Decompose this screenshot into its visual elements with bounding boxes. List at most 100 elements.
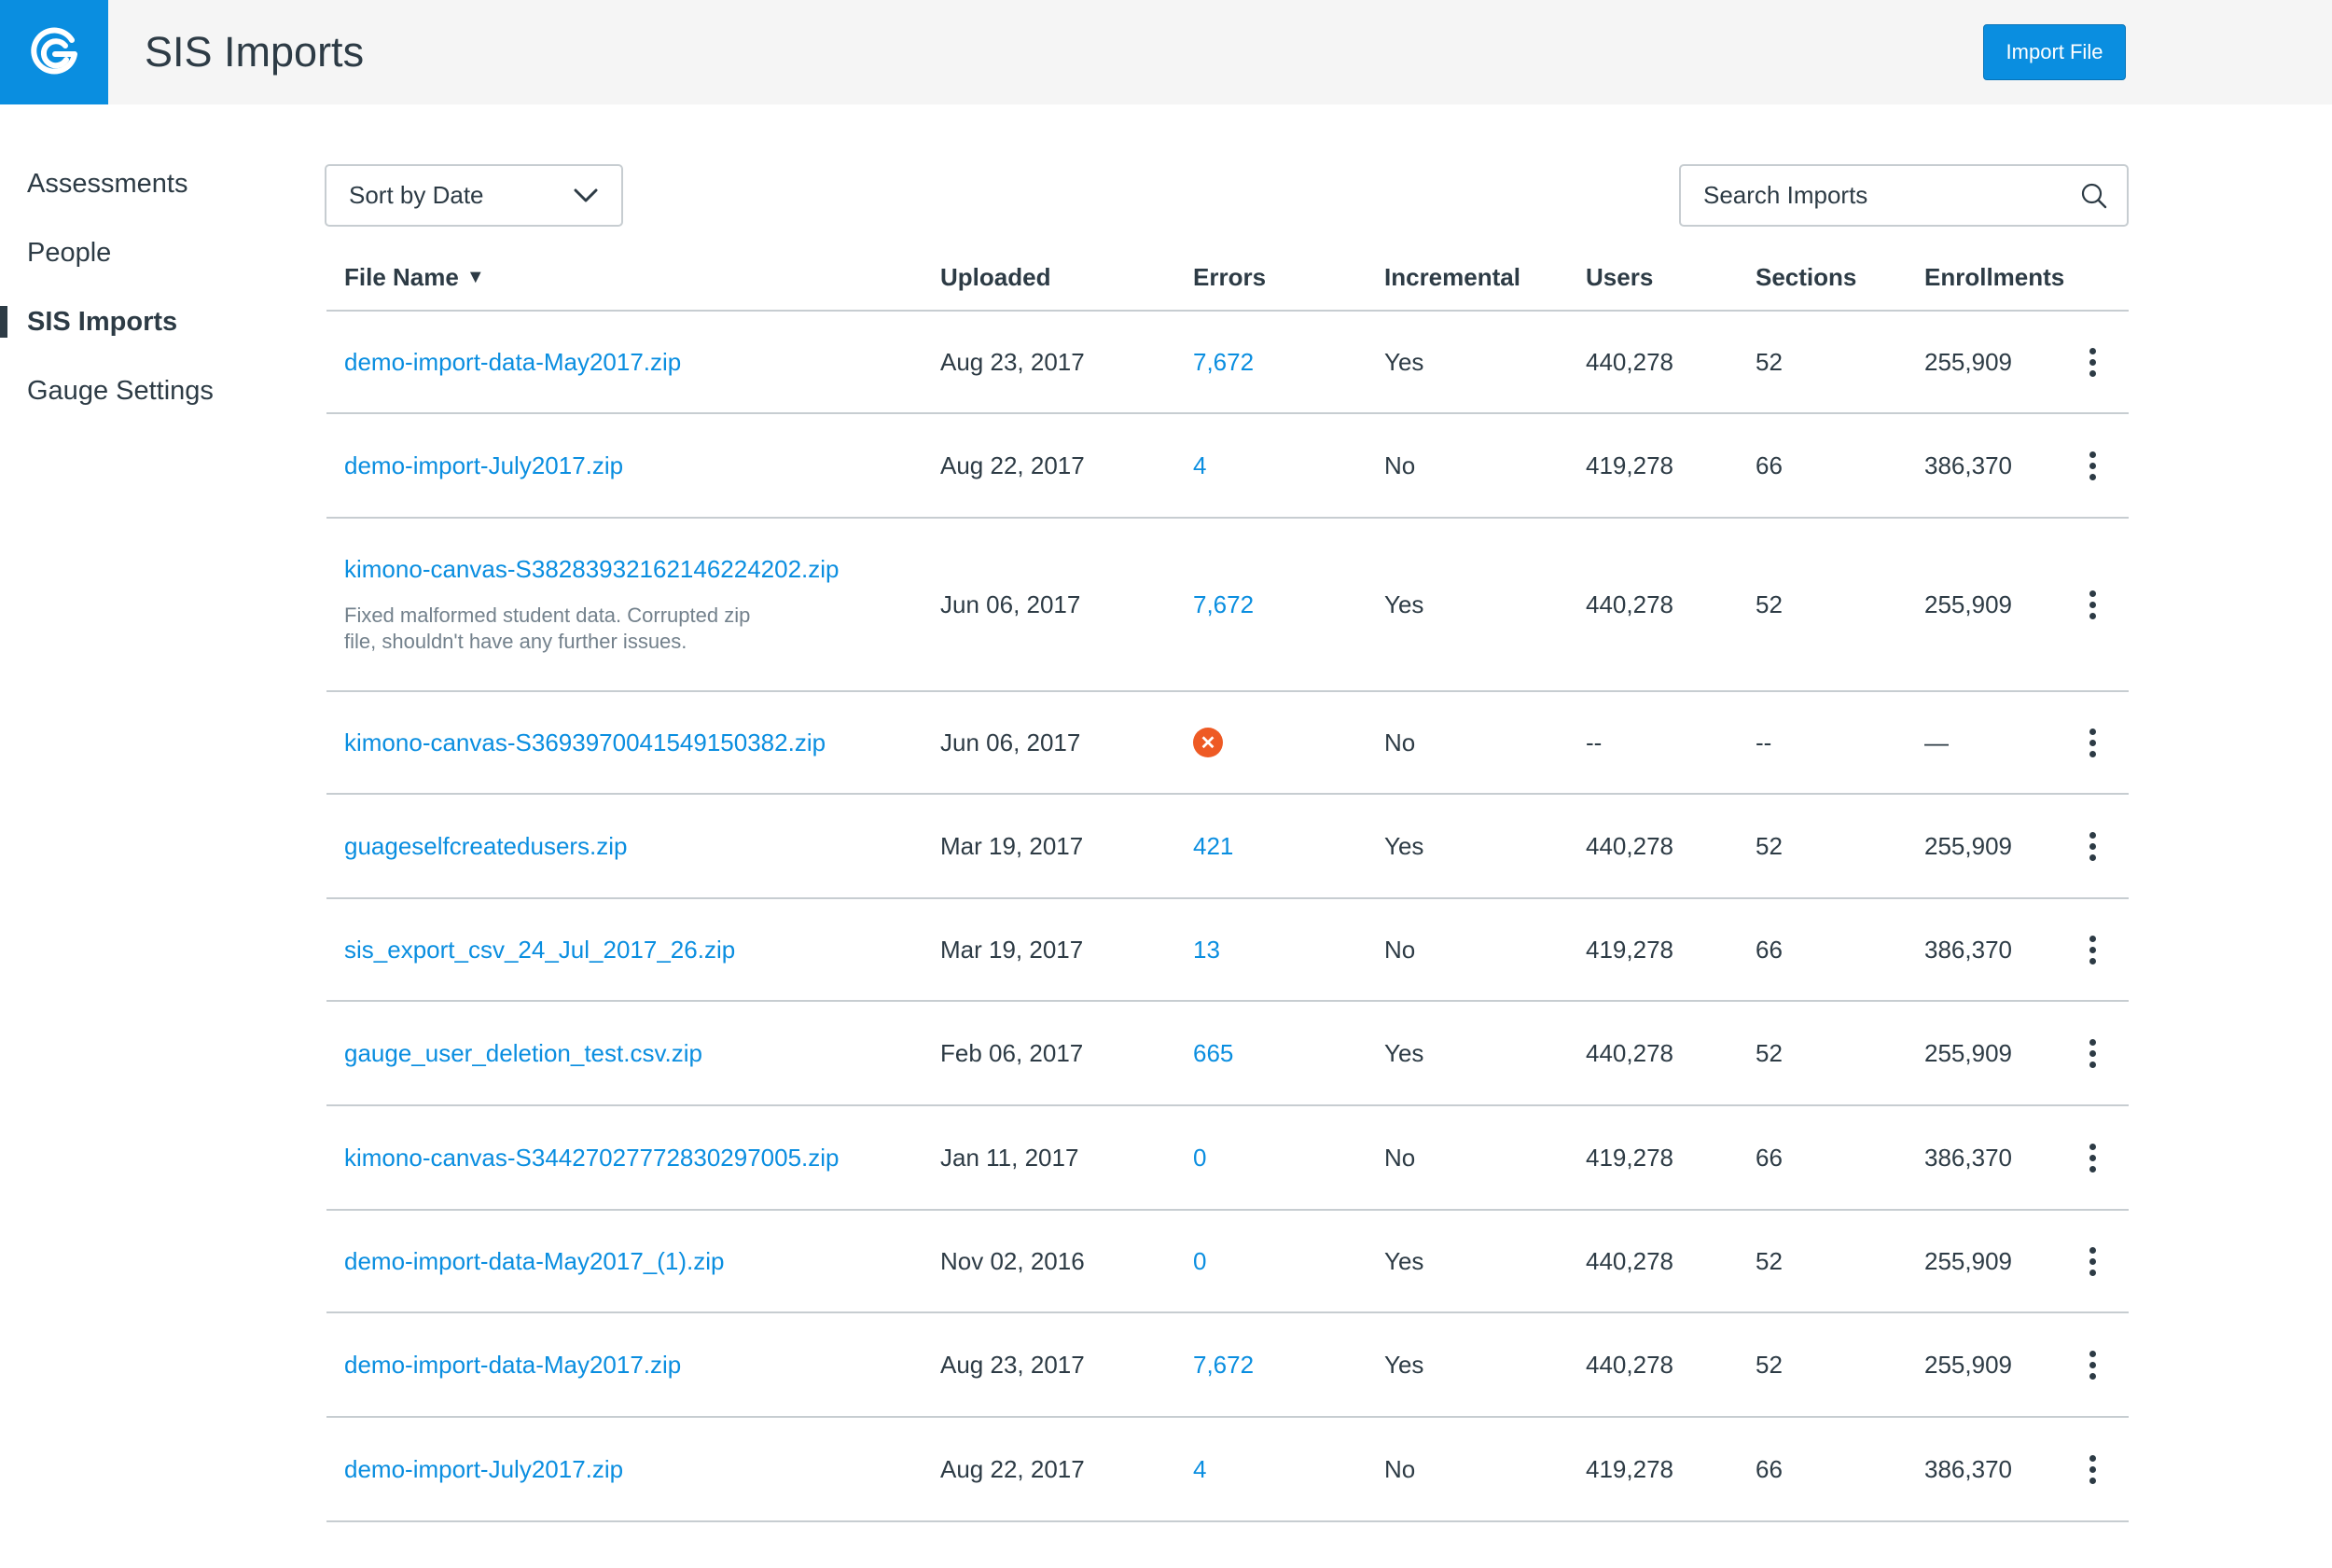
file-name-link[interactable]: demo-import-July2017.zip <box>344 1455 623 1484</box>
file-name-link[interactable]: kimono-canvas-S38283932162146224202.zip <box>344 555 840 584</box>
cell-enrollments: 255,909 <box>1924 1350 2012 1379</box>
cell-uploaded: Jun 06, 2017 <box>940 728 1081 756</box>
cell-uploaded: Aug 23, 2017 <box>940 347 1085 376</box>
cell-enrollments: 255,909 <box>1924 347 2012 376</box>
cell-sections: 52 <box>1756 831 1783 860</box>
file-name-link[interactable]: demo-import-data-May2017.zip <box>344 1351 681 1380</box>
errors-count-link[interactable]: 0 <box>1193 1247 1206 1276</box>
sidebar-item-assessments[interactable]: Assessments <box>0 149 280 218</box>
row-actions-kebab-icon[interactable] <box>2079 312 2105 412</box>
cell-errors: 0 <box>1193 1211 1206 1311</box>
column-header-users[interactable]: Users <box>1586 244 1653 310</box>
cell-users: 440,278 <box>1586 347 1673 376</box>
cell-users: 440,278 <box>1586 1350 1673 1379</box>
cell-sections: 66 <box>1756 1454 1783 1483</box>
cell-users: 419,278 <box>1586 1143 1673 1172</box>
cell-enrollments: 386,370 <box>1924 451 2012 479</box>
cell-sections: 66 <box>1756 935 1783 964</box>
column-header-file-name[interactable]: File Name ▼ <box>344 244 485 310</box>
cell-errors: 4 <box>1193 414 1206 517</box>
file-note: Fixed malformed student data. Corrupted … <box>344 603 751 653</box>
row-actions-kebab-icon[interactable] <box>2079 1211 2105 1311</box>
table-row: sis_export_csv_24_Jul_2017_26.zip 13 Mar 1… <box>326 899 2129 1002</box>
errors-count-link[interactable]: 7,672 <box>1193 348 1254 377</box>
sidebar-nav: Assessments People SIS Imports Gauge Set… <box>0 149 280 425</box>
row-actions-kebab-icon[interactable] <box>2079 899 2105 1000</box>
row-actions-kebab-icon[interactable] <box>2079 692 2105 793</box>
errors-count-link[interactable]: 7,672 <box>1193 590 1254 619</box>
cell-uploaded: Jun 06, 2017 <box>940 590 1081 618</box>
row-actions-kebab-icon[interactable] <box>2079 795 2105 897</box>
cell-uploaded: Mar 19, 2017 <box>940 831 1084 860</box>
cell-incremental: No <box>1384 1454 1416 1483</box>
file-name-link[interactable]: demo-import-data-May2017_(1).zip <box>344 1247 725 1276</box>
file-name-link[interactable]: demo-import-July2017.zip <box>344 451 623 480</box>
error-x-icon[interactable]: ✕ <box>1193 728 1223 757</box>
file-name-link[interactable]: gauge_user_deletion_test.csv.zip <box>344 1039 702 1068</box>
cell-errors: 7,672 <box>1193 1313 1254 1416</box>
row-actions-kebab-icon[interactable] <box>2079 519 2105 690</box>
cell-incremental: Yes <box>1384 1350 1424 1379</box>
search-input[interactable] <box>1681 166 2073 225</box>
cell-users: 440,278 <box>1586 590 1673 618</box>
table-row: kimono-canvas-S38283932162146224202.zip F… <box>326 519 2129 692</box>
cell-users: 440,278 <box>1586 1038 1673 1067</box>
cell-file-name: demo-import-data-May2017.zip <box>344 1313 681 1416</box>
cell-incremental: Yes <box>1384 590 1424 618</box>
column-header-label: File Name <box>344 262 459 291</box>
cell-enrollments: 386,370 <box>1924 1454 2012 1483</box>
file-name-link[interactable]: kimono-canvas-S3693970041549150382.zip <box>344 728 826 757</box>
row-actions-kebab-icon[interactable] <box>2079 1002 2105 1104</box>
cell-uploaded: Aug 22, 2017 <box>940 1454 1085 1483</box>
table-row: kimono-canvas-S3693970041549150382.zip ✕ J… <box>326 692 2129 795</box>
cell-incremental: Yes <box>1384 1038 1424 1067</box>
cell-file-name: kimono-canvas-S3693970041549150382.zip <box>344 692 826 793</box>
file-name-link[interactable]: kimono-canvas-S34427027772830297005.zip <box>344 1144 840 1173</box>
sort-select[interactable]: Sort by Date <box>325 164 623 227</box>
table-row: demo-import-data-May2017_(1).zip 0 Nov 02,… <box>326 1211 2129 1313</box>
gauge-logo-icon[interactable] <box>0 0 108 104</box>
table-header: File Name ▼ Uploaded Errors Incremental … <box>326 244 2129 312</box>
cell-users: 419,278 <box>1586 935 1673 964</box>
row-actions-kebab-icon[interactable] <box>2079 1313 2105 1416</box>
row-actions-kebab-icon[interactable] <box>2079 1106 2105 1209</box>
cell-enrollments: 386,370 <box>1924 935 2012 964</box>
errors-count-link[interactable]: 4 <box>1193 1455 1206 1484</box>
column-header-sections[interactable]: Sections <box>1756 244 1856 310</box>
errors-count-link[interactable]: 4 <box>1193 451 1206 480</box>
cell-uploaded: Mar 19, 2017 <box>940 935 1084 964</box>
file-name-link[interactable]: sis_export_csv_24_Jul_2017_26.zip <box>344 936 735 964</box>
cell-file-name: sis_export_csv_24_Jul_2017_26.zip <box>344 899 735 1000</box>
row-actions-kebab-icon[interactable] <box>2079 414 2105 517</box>
cell-sections: -- <box>1756 728 1772 756</box>
cell-errors: 665 <box>1193 1002 1233 1104</box>
errors-count-link[interactable]: 665 <box>1193 1039 1233 1068</box>
errors-count-link[interactable]: 421 <box>1193 832 1233 861</box>
file-name-link[interactable]: demo-import-data-May2017.zip <box>344 348 681 377</box>
errors-count-link[interactable]: 13 <box>1193 936 1220 964</box>
errors-count-link[interactable]: 7,672 <box>1193 1351 1254 1380</box>
cell-errors: 13 <box>1193 899 1220 1000</box>
app-header: SIS Imports Import File <box>0 0 2332 104</box>
sidebar-item-gauge-settings[interactable]: Gauge Settings <box>0 356 280 425</box>
table-row: demo-import-July2017.zip 4 Aug 22, 2017 No 4… <box>326 1418 2129 1522</box>
column-header-incremental[interactable]: Incremental <box>1384 244 1520 310</box>
column-header-errors[interactable]: Errors <box>1193 244 1266 310</box>
import-file-button[interactable]: Import File <box>1983 24 2126 80</box>
cell-uploaded: Jan 11, 2017 <box>940 1143 1079 1172</box>
sidebar-item-sis-imports[interactable]: SIS Imports <box>0 287 280 356</box>
row-actions-kebab-icon[interactable] <box>2079 1418 2105 1520</box>
table-row: guageselfcreatedusers.zip 421 Mar 19, 2017… <box>326 795 2129 899</box>
search-icon[interactable] <box>2080 182 2108 215</box>
errors-count-link[interactable]: 0 <box>1193 1144 1206 1173</box>
column-header-enrollments[interactable]: Enrollments <box>1924 244 2064 310</box>
cell-errors: ✕ <box>1193 692 1223 793</box>
column-header-uploaded[interactable]: Uploaded <box>940 244 1050 310</box>
cell-incremental: Yes <box>1384 1246 1424 1275</box>
cell-enrollments: 255,909 <box>1924 831 2012 860</box>
cell-sections: 52 <box>1756 1038 1783 1067</box>
cell-incremental: Yes <box>1384 347 1424 376</box>
cell-uploaded: Nov 02, 2016 <box>940 1246 1085 1275</box>
sidebar-item-people[interactable]: People <box>0 218 280 287</box>
file-name-link[interactable]: guageselfcreatedusers.zip <box>344 832 628 861</box>
